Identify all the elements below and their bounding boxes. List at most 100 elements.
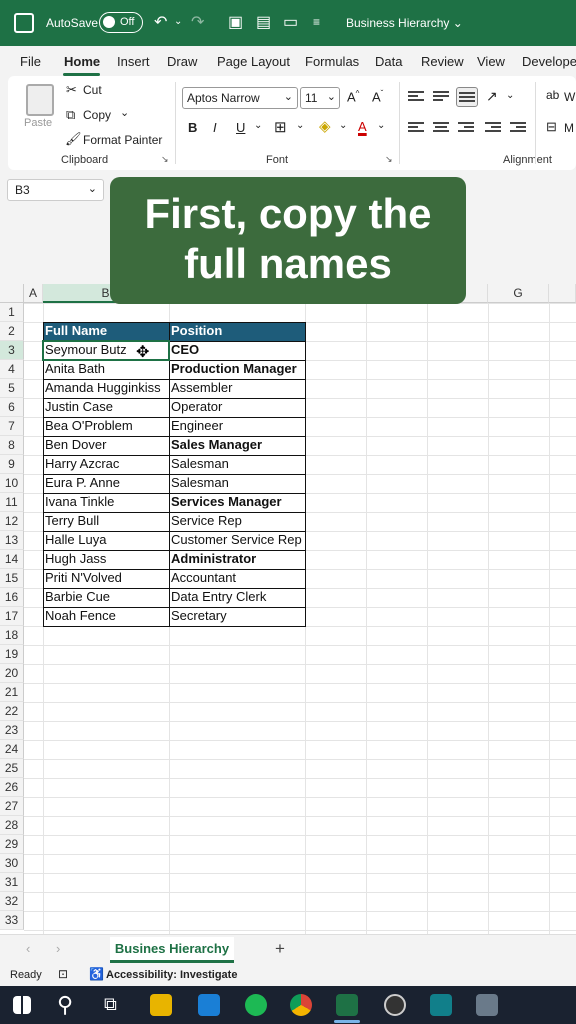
tab-insert[interactable]: Insert	[117, 54, 150, 69]
file-explorer-icon[interactable]	[150, 994, 172, 1016]
search-icon[interactable]: ⚲	[57, 992, 73, 1018]
add-sheet-icon[interactable]: +	[275, 939, 285, 959]
table-cell-name[interactable]: Justin Case	[43, 398, 169, 417]
row-header-32[interactable]: 32	[0, 892, 24, 911]
row-header-26[interactable]: 26	[0, 778, 24, 797]
column-header-g[interactable]: G	[488, 284, 549, 303]
row-header-3[interactable]: 3	[0, 341, 24, 360]
table-cell-name[interactable]: Harry Azcrac	[43, 455, 169, 474]
paste-button[interactable]: Paste	[24, 117, 52, 129]
table-cell-position[interactable]: CEO	[169, 341, 305, 360]
table-cell-position[interactable]: Services Manager	[169, 493, 305, 512]
wrap-text-button[interactable]: W	[564, 90, 575, 104]
row-header-19[interactable]: 19	[0, 645, 24, 664]
table-cell-position[interactable]: Salesman	[169, 455, 305, 474]
row-header-30[interactable]: 30	[0, 854, 24, 873]
tab-home[interactable]: Home	[64, 54, 100, 69]
clipboard-launcher-icon[interactable]: ↘	[161, 154, 169, 165]
table-cell-name[interactable]: Ben Dover	[43, 436, 169, 455]
copy-button[interactable]: Copy	[83, 108, 111, 122]
sheet-tab-business-hierarchy[interactable]: Busines Hierarchy	[110, 937, 234, 963]
row-header-5[interactable]: 5	[0, 379, 24, 398]
table-cell-position[interactable]: Customer Service Rep	[169, 531, 305, 550]
app-icon[interactable]	[430, 994, 452, 1016]
new-file-icon[interactable]: ▭	[283, 12, 298, 32]
merge-icon[interactable]: ⊟	[546, 119, 557, 135]
align-top-icon[interactable]	[408, 91, 424, 103]
row-header-10[interactable]: 10	[0, 474, 24, 493]
table-header-position[interactable]: Position	[169, 322, 305, 341]
chrome-icon[interactable]	[290, 994, 312, 1016]
table-cell-position[interactable]: Administrator	[169, 550, 305, 569]
tab-developer[interactable]: Developer	[522, 54, 576, 69]
orientation-icon[interactable]: ↗	[486, 88, 498, 105]
accessibility-status[interactable]: Accessibility: Investigate	[106, 969, 237, 981]
accessibility-icon[interactable]: ♿	[89, 967, 104, 981]
table-cell-name[interactable]: Amanda Hugginkiss	[43, 379, 169, 398]
table-cell-name[interactable]: Terry Bull	[43, 512, 169, 531]
underline-button[interactable]: U	[236, 120, 245, 135]
table-cell-position[interactable]: Secretary	[169, 607, 305, 626]
table-cell-position[interactable]: Service Rep	[169, 512, 305, 531]
column-header-h[interactable]	[549, 284, 576, 303]
table-cell-name[interactable]: Anita Bath	[43, 360, 169, 379]
name-box[interactable]: B3 ⌄	[7, 179, 104, 201]
row-header-31[interactable]: 31	[0, 873, 24, 892]
table-cell-position[interactable]: Engineer	[169, 417, 305, 436]
spotify-icon[interactable]	[245, 994, 267, 1016]
row-header-9[interactable]: 9	[0, 455, 24, 474]
font-size-select[interactable]: 11 ⌄	[300, 87, 340, 109]
macro-record-icon[interactable]: ⊡	[58, 967, 68, 981]
underline-dropdown-icon[interactable]: ⌄	[254, 120, 262, 131]
save-icon[interactable]: ▣	[228, 12, 243, 32]
row-header-2[interactable]: 2	[0, 322, 24, 341]
recorder-icon[interactable]	[384, 994, 406, 1016]
redo-icon[interactable]: ↷	[191, 12, 204, 32]
row-header-7[interactable]: 7	[0, 417, 24, 436]
undo-icon[interactable]: ↶	[154, 12, 167, 32]
row-header-25[interactable]: 25	[0, 759, 24, 778]
row-header-24[interactable]: 24	[0, 740, 24, 759]
increase-indent-icon[interactable]	[510, 122, 526, 134]
cut-button[interactable]: Cut	[83, 83, 102, 97]
table-cell-position[interactable]: Accountant	[169, 569, 305, 588]
table-cell-position[interactable]: Sales Manager	[169, 436, 305, 455]
table-cell-name[interactable]: Barbie Cue	[43, 588, 169, 607]
table-cell-position[interactable]: Data Entry Clerk	[169, 588, 305, 607]
align-left-icon[interactable]	[408, 122, 424, 134]
format-painter-button[interactable]: Format Painter	[83, 133, 162, 147]
tab-view[interactable]: View	[477, 54, 505, 69]
fill-color-icon[interactable]: ◈	[319, 117, 331, 135]
task-view-icon[interactable]: ⧉	[104, 994, 117, 1015]
column-header-a[interactable]: A	[24, 284, 43, 303]
row-header-29[interactable]: 29	[0, 835, 24, 854]
row-header-33[interactable]: 33	[0, 911, 24, 930]
row-header-4[interactable]: 4	[0, 360, 24, 379]
row-header-22[interactable]: 22	[0, 702, 24, 721]
orientation-dropdown-icon[interactable]: ⌄	[506, 90, 514, 101]
row-header-15[interactable]: 15	[0, 569, 24, 588]
borders-dropdown-icon[interactable]: ⌄	[296, 120, 304, 131]
row-header-18[interactable]: 18	[0, 626, 24, 645]
row-header-28[interactable]: 28	[0, 816, 24, 835]
mail-icon[interactable]	[198, 994, 220, 1016]
document-title[interactable]: Business Hierarchy ⌄	[346, 16, 463, 30]
merge-button[interactable]: M	[564, 121, 574, 135]
tab-draw[interactable]: Draw	[167, 54, 197, 69]
row-header-17[interactable]: 17	[0, 607, 24, 626]
shrink-font-button[interactable]: Aˇ	[372, 89, 383, 104]
table-cell-name[interactable]: Priti N'Volved	[43, 569, 169, 588]
align-center-icon[interactable]	[433, 122, 449, 134]
table-cell-position[interactable]: Production Manager	[169, 360, 305, 379]
windows-start-icon[interactable]	[13, 996, 31, 1014]
customize-toolbar-icon[interactable]: ≡	[313, 15, 320, 29]
row-header-1[interactable]: 1	[0, 303, 24, 322]
worksheet-grid[interactable]: A B F G 12345678910111213141516171819202…	[0, 284, 576, 934]
italic-button[interactable]: I	[213, 120, 217, 135]
font-color-icon[interactable]: A	[358, 119, 367, 134]
next-sheet-icon[interactable]: ›	[56, 941, 60, 956]
row-header-11[interactable]: 11	[0, 493, 24, 512]
tab-file[interactable]: File	[20, 54, 41, 69]
excel-taskbar-icon[interactable]	[336, 994, 358, 1016]
row-header-21[interactable]: 21	[0, 683, 24, 702]
